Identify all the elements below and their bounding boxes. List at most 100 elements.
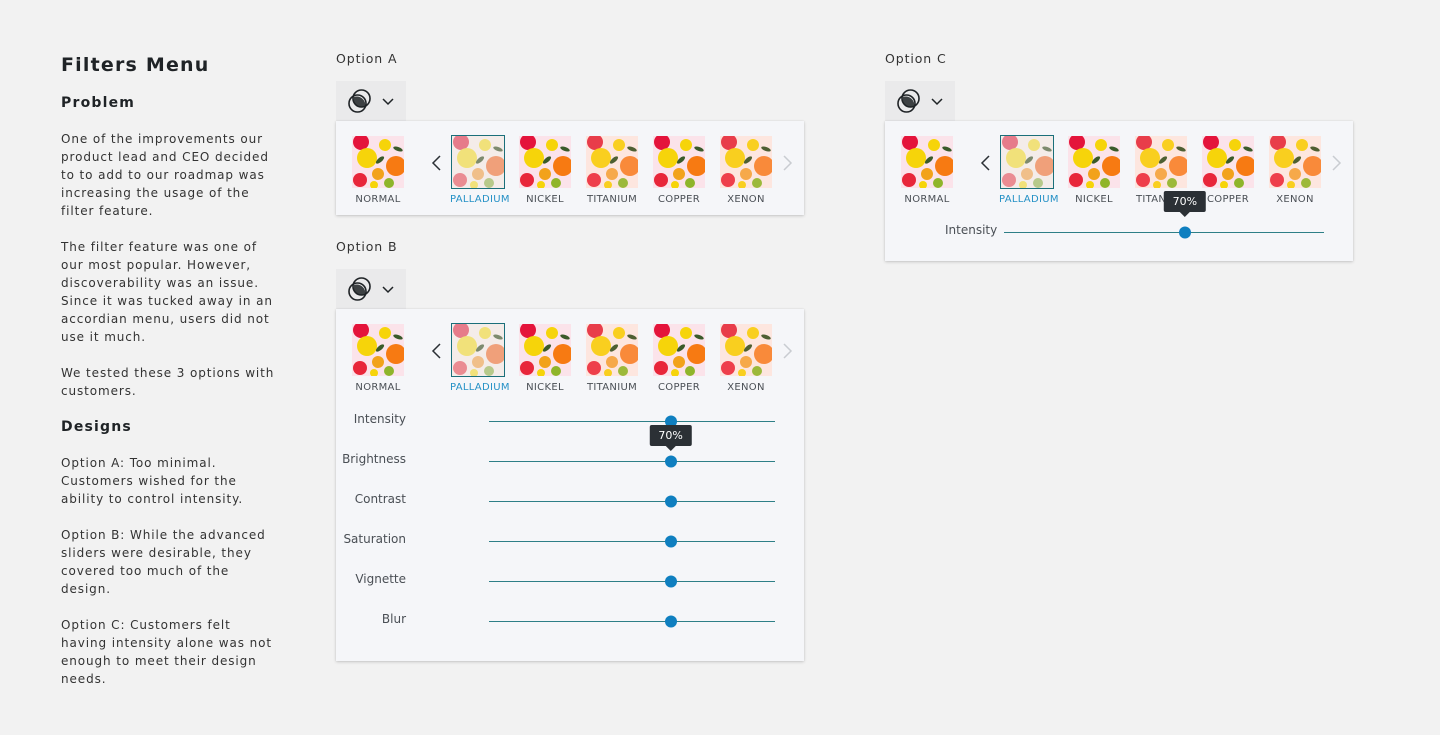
- filter-label: NORMAL: [355, 382, 401, 393]
- option-a-filter-titanium[interactable]: TITANIUM: [584, 135, 640, 205]
- filter-label: NICKEL: [526, 194, 564, 205]
- filter-label: COPPER: [1207, 194, 1249, 205]
- filter-thumbnail: [1201, 135, 1255, 189]
- option-a-filter-toggle-button[interactable]: [336, 81, 406, 121]
- filter-label: PALLADIUM: [999, 194, 1059, 205]
- chevron-down-icon: [381, 284, 395, 294]
- problem-paragraph-1: One of the improvements our product lead…: [61, 132, 269, 218]
- option-a-filter-copper[interactable]: COPPER: [651, 135, 707, 205]
- slider-label-saturation: Saturation: [343, 532, 406, 546]
- filter-label: XENON: [727, 382, 765, 393]
- option-b-filter-toggle-button[interactable]: [336, 269, 406, 309]
- filter-thumbnail: [1268, 135, 1322, 189]
- problem-paragraph-3: We tested these 3 options with customers…: [61, 366, 275, 398]
- option-c-filter-copper[interactable]: COPPER: [1200, 135, 1256, 205]
- option-a-filter-nickel[interactable]: NICKEL: [517, 135, 573, 205]
- designs-paragraph-2: Option B: While the advanced sliders wer…: [61, 528, 266, 596]
- slider-track-contrast[interactable]: [489, 501, 775, 502]
- filter-thumbnail: [351, 135, 405, 189]
- designs-heading: Designs: [61, 419, 132, 435]
- filter-thumbnail: [1000, 135, 1054, 189]
- slider-value-tooltip: 70%: [649, 425, 692, 451]
- filter-label: XENON: [727, 194, 765, 205]
- option-b-filter-palladium[interactable]: PALLADIUM: [450, 323, 510, 393]
- slider-knob-vignette[interactable]: [664, 575, 677, 588]
- slider-track-intensity[interactable]: [489, 421, 775, 422]
- chevron-down-icon: [930, 96, 944, 106]
- option-a-label: Option A: [336, 51, 398, 66]
- filter-label: PALLADIUM: [450, 382, 510, 393]
- option-c-filter-panel: NORMAL PALLADIUM NICKEL TITANIUM COPPER XENON…: [885, 121, 1353, 261]
- option-b-filter-titanium[interactable]: TITANIUM: [584, 323, 640, 393]
- slider-label-blur: Blur: [381, 612, 406, 626]
- slider-knob-contrast[interactable]: [664, 495, 677, 508]
- option-a-filter-palladium[interactable]: PALLADIUM: [450, 135, 510, 205]
- option-b-filter-xenon[interactable]: XENON: [718, 323, 774, 393]
- option-a-filter-panel: NORMAL PALLADIUM NICKEL TITANIUM COPPER XENON: [336, 121, 804, 215]
- designs-paragraph-1: Option A: Too minimal. Customers wished …: [61, 456, 244, 506]
- filter-label: TITANIUM: [586, 382, 637, 393]
- slider-track-brightness[interactable]: [489, 461, 775, 462]
- problem-heading: Problem: [61, 95, 136, 111]
- chevron-right-icon[interactable]: [778, 339, 796, 363]
- slider-label-vignette: Vignette: [355, 572, 406, 586]
- filter-thumbnail: [585, 135, 639, 189]
- filter-thumbnail: [351, 323, 405, 377]
- filter-thumbnail: [1134, 135, 1188, 189]
- filter-label: COPPER: [658, 382, 700, 393]
- slider-track-intensity[interactable]: [1004, 232, 1324, 233]
- slider-label-intensity: Intensity: [945, 223, 998, 237]
- filter-thumbnail: [451, 135, 505, 189]
- slider-label-brightness: Brightness: [342, 452, 406, 466]
- filter-thumbnail: [900, 135, 954, 189]
- description-column: Filters Menu Problem One of the improvem…: [61, 52, 281, 688]
- filter-label: TITANIUM: [586, 194, 637, 205]
- filter-thumbnail: [1067, 135, 1121, 189]
- designs-paragraph-3: Option C: Customers felt having intensit…: [61, 618, 272, 686]
- option-a-filter-xenon[interactable]: XENON: [718, 135, 774, 205]
- slider-knob-intensity[interactable]: [1178, 226, 1191, 239]
- filter-label: NICKEL: [526, 382, 564, 393]
- filter-circles-icon: [347, 88, 373, 114]
- slider-knob-saturation[interactable]: [664, 535, 677, 548]
- option-b-filter-normal[interactable]: NORMAL: [350, 323, 406, 393]
- filter-thumbnail: [518, 323, 572, 377]
- option-c-filter-palladium[interactable]: PALLADIUM: [999, 135, 1059, 205]
- slider-track-blur[interactable]: [489, 621, 775, 622]
- filter-thumbnail: [518, 135, 572, 189]
- filter-label: COPPER: [658, 194, 700, 205]
- filter-thumbnail: [719, 135, 773, 189]
- chevron-down-icon: [381, 96, 395, 106]
- filter-thumbnail: [652, 323, 706, 377]
- filter-circles-icon: [896, 88, 922, 114]
- chevron-right-icon[interactable]: [778, 151, 796, 175]
- filter-label: NORMAL: [904, 194, 950, 205]
- slider-label-contrast: Contrast: [354, 492, 406, 506]
- slider-value-tooltip: 70%: [1163, 191, 1207, 217]
- slider-label-intensity: Intensity: [353, 412, 406, 426]
- filter-thumbnail: [585, 323, 639, 377]
- option-c-filter-normal[interactable]: NORMAL: [899, 135, 955, 205]
- chevron-left-icon[interactable]: [977, 151, 995, 175]
- filter-label: NICKEL: [1075, 194, 1113, 205]
- page-title: Filters Menu: [61, 54, 210, 76]
- filter-label: NORMAL: [355, 194, 401, 205]
- option-c-filter-toggle-button[interactable]: [885, 81, 955, 121]
- filter-thumbnail: [719, 323, 773, 377]
- filter-label: XENON: [1276, 194, 1314, 205]
- option-b-filter-nickel[interactable]: NICKEL: [517, 323, 573, 393]
- chevron-right-icon[interactable]: [1327, 151, 1345, 175]
- chevron-left-icon[interactable]: [428, 339, 446, 363]
- option-c-filter-xenon[interactable]: XENON: [1267, 135, 1323, 205]
- filter-label: PALLADIUM: [450, 194, 510, 205]
- problem-paragraph-2: The filter feature was one of our most p…: [61, 240, 273, 344]
- option-b-label: Option B: [336, 239, 398, 254]
- slider-knob-blur[interactable]: [664, 615, 677, 628]
- slider-track-saturation[interactable]: [489, 541, 775, 542]
- option-b-filter-copper[interactable]: COPPER: [651, 323, 707, 393]
- option-a-filter-normal[interactable]: NORMAL: [350, 135, 406, 205]
- option-c-filter-nickel[interactable]: NICKEL: [1066, 135, 1122, 205]
- chevron-left-icon[interactable]: [428, 151, 446, 175]
- slider-track-vignette[interactable]: [489, 581, 775, 582]
- slider-knob-brightness[interactable]: [664, 455, 677, 468]
